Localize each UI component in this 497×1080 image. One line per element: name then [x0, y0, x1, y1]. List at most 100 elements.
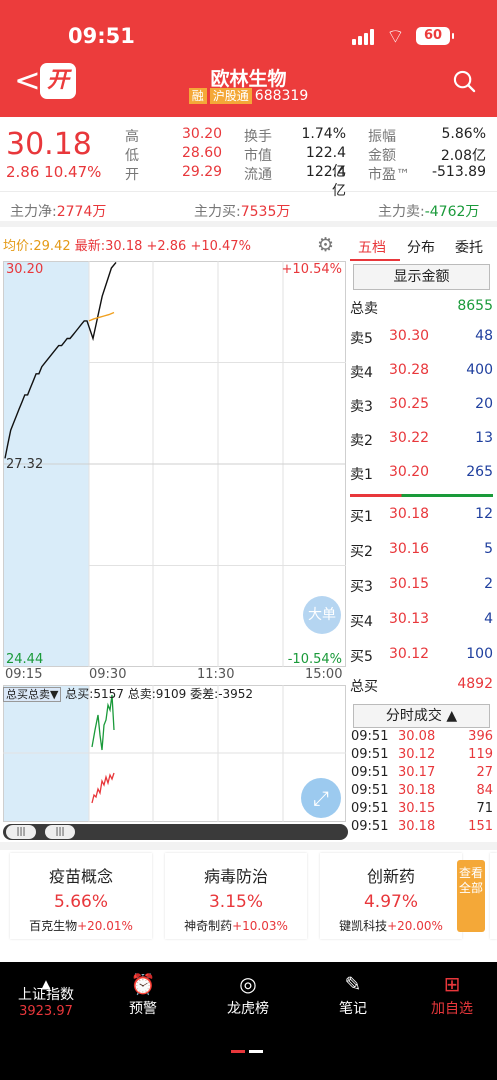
tick-time: 09:51 [351, 747, 389, 762]
avg-label: 均价: [3, 239, 34, 254]
nav-index[interactable]: ▲ 上证指数 3923.97 [8, 972, 84, 1019]
gear-icon[interactable]: ⚙ [317, 234, 334, 256]
target-icon: ◎ [239, 972, 257, 996]
order-book-row: 买4 30.13 4 [348, 611, 495, 631]
last-price: 30.18 [6, 127, 92, 162]
quote-field-label: 开 [125, 167, 139, 183]
nav-add-watchlist[interactable]: ⊞ 加自选 [425, 972, 479, 1018]
order-book-row: 买5 30.12 100 [348, 646, 495, 666]
level-label: 卖2 [350, 433, 373, 449]
tick-time: 09:51 [351, 765, 389, 780]
edit-icon: ✎ [344, 972, 362, 996]
quote-field-value: -513.89 [431, 164, 486, 180]
index-value: 3923.97 [19, 1004, 73, 1019]
order-summary: 总买总卖▼ 总买:5157 总卖:9109 委差:-3952 [3, 685, 253, 702]
quote-field-value: 28.60 [182, 145, 223, 161]
x-tick-label: 09:15 [5, 667, 43, 682]
tab-distribution[interactable]: 分布 [407, 237, 435, 257]
tick-volume: 151 [468, 819, 493, 834]
wifi-icon: ⌔ [386, 24, 405, 48]
level-volume: 20 [475, 396, 493, 412]
tick-row: 09:51 30.18 151 [348, 819, 495, 837]
level-label: 卖5 [350, 331, 373, 347]
nav-label: 龙虎榜 [227, 1001, 269, 1017]
main-buy-label: 主力买: [194, 204, 241, 220]
order-book-row: 卖3 30.25 20 [348, 396, 495, 416]
quote-field-value: 5.86% [441, 126, 486, 142]
tick-volume: 71 [476, 801, 493, 816]
stock-name: 欧林生物 [210, 68, 287, 90]
quote-field-label: 换手 [244, 129, 272, 145]
sector-change: 3.15% [208, 892, 263, 912]
header-bar: 09:51 ⌔ 60 < 开 欧林生物 融沪股通 688319 [0, 0, 497, 117]
sector-name: 疫苗概念 [48, 867, 113, 886]
sector-card[interactable]: 疫苗概念 5.66% 百克生物+20.01% [10, 853, 152, 939]
quote-field-label: 低 [125, 148, 139, 164]
main-sell-label: 主力卖: [378, 204, 425, 220]
chart-info: 均价:29.42 最新:30.18 +2.86 +10.47% [3, 235, 251, 254]
quote-field-value: 29.29 [182, 164, 223, 180]
view-all-button[interactable]: 查看全部 [457, 860, 485, 932]
latest-value: 30.18 +2.86 +10.47% [105, 239, 251, 254]
level-volume: 48 [475, 328, 493, 344]
signal-icon [352, 29, 378, 45]
total-buy-value: 5157 [93, 687, 124, 701]
tick-row: 09:51 30.15 71 [348, 801, 495, 819]
intraday-chart[interactable]: 均价:29.42 最新:30.18 +2.86 +10.47% ⚙ 30.20 2… [3, 230, 348, 846]
tick-price: 30.15 [398, 801, 436, 816]
add-icon: ⊞ [443, 972, 461, 996]
quote-field-value: 1.74% [301, 126, 346, 142]
order-book-row: 卖2 30.22 13 [348, 430, 495, 450]
tick-row: 09:51 30.08 396 [348, 729, 495, 747]
expand-icon[interactable]: ⤢ [301, 778, 341, 818]
leader-stock-name: 神奇制药 [184, 919, 233, 933]
scroll-handle-right[interactable]: ||| [45, 825, 75, 839]
pct-tick-label: -10.54% [288, 652, 342, 667]
total-sell-row: 总卖 8655 [348, 298, 495, 318]
tab-orders[interactable]: 委托 [455, 237, 483, 257]
leader-stock: 键凯科技+20.00% [320, 917, 462, 934]
level-price: 30.28 [389, 362, 430, 378]
leader-stock-change: +20.00% [387, 919, 443, 933]
level-price: 30.20 [389, 464, 430, 480]
nav-label: 预警 [129, 1001, 157, 1017]
nav-dragon-tiger[interactable]: ◎ 龙虎榜 [222, 972, 274, 1018]
tab-five-levels[interactable]: 五档 [358, 237, 386, 257]
tick-time: 09:51 [351, 819, 389, 834]
leader-stock-name: 百克生物 [29, 919, 78, 933]
total-buy-label: 总买: [65, 687, 94, 701]
quote-field-label: 市盈™ [368, 167, 410, 183]
search-icon[interactable] [453, 70, 476, 93]
sector-card[interactable]: 病毒防治 3.15% 神奇制药+10.03% [165, 853, 307, 939]
leader-stock-change: +10.03% [232, 919, 288, 933]
total-sell-value: 9109 [155, 687, 187, 701]
sector-change: 4.97% [363, 892, 418, 912]
bottom-nav: ▲ 上证指数 3923.97 ⏰ 预警 ◎ 龙虎榜 ✎ 笔记 ⊞ 加自选 [0, 962, 497, 1080]
avg-price-line [88, 311, 115, 322]
sector-card[interactable]: 创新药 4.97% 键凯科技+20.00% [320, 853, 462, 939]
level-label: 买1 [350, 509, 373, 525]
scroll-handle-left[interactable]: ||| [6, 825, 36, 839]
level-volume: 400 [466, 362, 493, 378]
nav-notes[interactable]: ✎ 笔记 [328, 972, 378, 1018]
tick-volume: 396 [468, 729, 493, 744]
chart-scrollbar[interactable]: ||| ||| [3, 824, 348, 840]
tick-time: 09:51 [351, 783, 389, 798]
nav-label: 加自选 [431, 1001, 473, 1017]
level-label: 卖3 [350, 399, 373, 415]
total-sell-line [91, 694, 115, 751]
order-book-row: 卖5 30.30 48 [348, 328, 495, 348]
index-label: 上证指数 [18, 987, 74, 1003]
level-price: 30.16 [389, 541, 430, 557]
tick-row: 09:51 30.18 84 [348, 783, 495, 801]
next-card-edge [490, 853, 497, 939]
show-amount-button[interactable]: 显示金额 [353, 264, 490, 290]
tick-trades-button[interactable]: 分时成交 ▲ [353, 704, 490, 728]
caret-up-icon: ▲ [41, 977, 51, 991]
order-type-dropdown[interactable]: 总买总卖▼ [3, 687, 62, 702]
pct-tick-label: +10.54% [282, 262, 342, 277]
big-order-button[interactable]: 大单 [303, 596, 341, 634]
nav-alert[interactable]: ⏰ 预警 [118, 972, 168, 1018]
sector-change: 5.66% [53, 892, 108, 912]
level-volume: 265 [466, 464, 493, 480]
